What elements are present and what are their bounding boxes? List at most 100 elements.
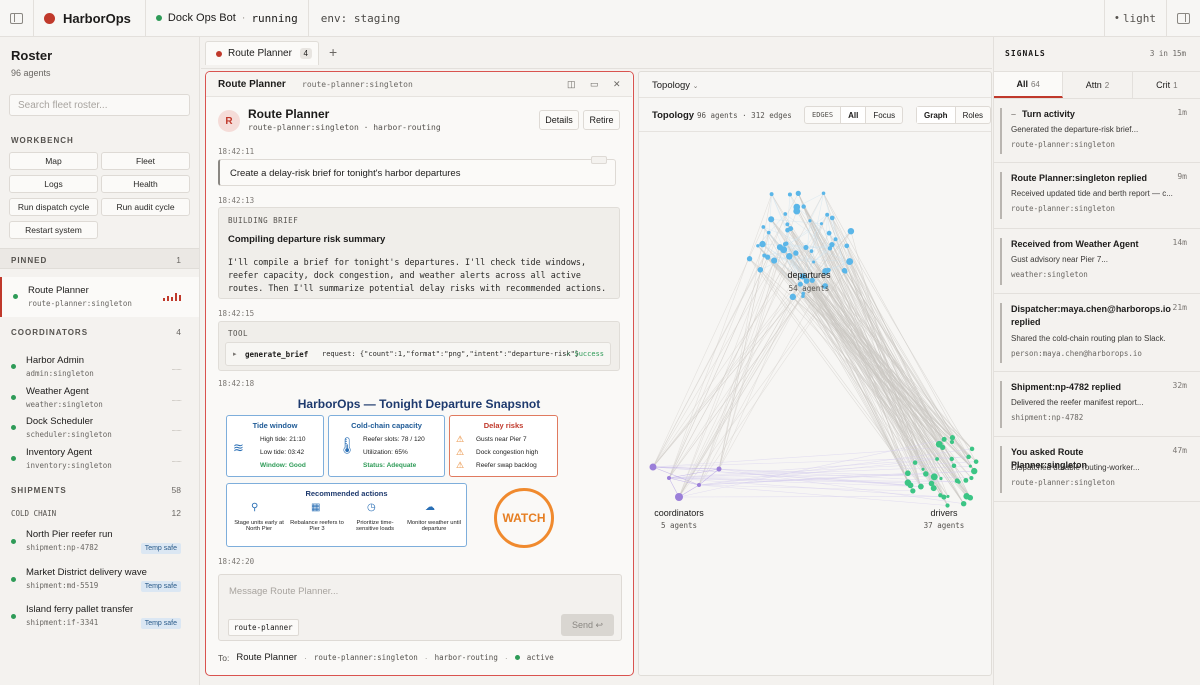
topology-dropdown[interactable]: Topology ⌄ <box>652 80 699 91</box>
drivers-node[interactable] <box>904 470 911 477</box>
shipment-if-3341[interactable]: Island ferry pallet transfer shipment:if… <box>0 599 199 633</box>
drivers-node[interactable] <box>949 435 956 441</box>
departures-node[interactable] <box>765 254 771 260</box>
departures-node[interactable] <box>833 237 838 242</box>
departures-node[interactable] <box>812 260 816 264</box>
drivers-node[interactable] <box>963 477 969 483</box>
drivers-node[interactable] <box>949 456 954 462</box>
signal-item[interactable]: You asked Route Planner:singleton 47m Di… <box>994 438 1200 502</box>
drivers-node[interactable] <box>923 471 929 477</box>
tab-attn[interactable]: Attn 2 <box>1063 72 1133 98</box>
coordinators-node[interactable] <box>697 483 701 487</box>
close-icon[interactable]: ✕ <box>613 79 621 90</box>
departures-node[interactable] <box>768 216 775 223</box>
coordinators-node[interactable] <box>649 463 657 471</box>
drivers-node[interactable] <box>949 439 955 445</box>
coordinators-node[interactable] <box>675 493 683 501</box>
drivers-node[interactable] <box>921 467 925 471</box>
departures-node[interactable] <box>786 253 793 260</box>
health-button[interactable]: Health <box>101 175 190 193</box>
drivers-node[interactable] <box>941 436 947 442</box>
departures-node[interactable] <box>795 190 801 197</box>
departures-node[interactable] <box>776 244 783 251</box>
drivers-node[interactable] <box>966 454 971 460</box>
minimize-icon[interactable]: ▭ <box>590 79 599 90</box>
tab-all[interactable]: All 64 <box>994 72 1064 98</box>
departures-node[interactable] <box>759 240 766 248</box>
coordinators-node[interactable] <box>667 476 671 480</box>
retire-button[interactable]: Retire <box>583 110 620 130</box>
drivers-node[interactable] <box>930 473 938 481</box>
drivers-node[interactable] <box>972 469 977 473</box>
recipient-chip[interactable]: route-planner <box>228 619 299 636</box>
departures-node[interactable] <box>808 219 812 223</box>
departures-node[interactable] <box>782 241 788 247</box>
run-audit-cycle-button[interactable]: Run audit cycle <box>101 198 190 216</box>
departures-node[interactable] <box>803 244 809 250</box>
edges-focus-toggle[interactable]: Focus <box>866 107 902 123</box>
run-dispatch-cycle-button[interactable]: Run dispatch cycle <box>9 198 98 216</box>
send-button[interactable]: Send ↩ <box>561 614 614 636</box>
drivers-node[interactable] <box>917 483 924 490</box>
theme-toggle[interactable]: • light <box>1104 0 1166 37</box>
departures-node[interactable] <box>761 225 766 229</box>
tab-crit[interactable]: Crit 1 <box>1133 72 1200 98</box>
departures-node[interactable] <box>793 250 799 256</box>
departures-node[interactable] <box>829 215 835 221</box>
right-panel-toggle-icon[interactable] <box>1166 0 1200 37</box>
departures-node[interactable] <box>756 244 760 248</box>
graph-view-toggle[interactable]: Graph <box>917 107 956 123</box>
departures-node[interactable] <box>789 293 797 301</box>
agent-harbor-admin[interactable]: Harbor Admin admin:singleton ........ <box>0 351 199 381</box>
departures-node[interactable] <box>801 204 806 209</box>
departures-node[interactable] <box>809 249 814 253</box>
departures-node[interactable] <box>846 258 854 266</box>
split-view-icon[interactable]: ◫ <box>567 79 576 90</box>
departures-node[interactable] <box>785 222 790 227</box>
departures-node[interactable] <box>826 230 832 236</box>
edges-all-toggle[interactable]: All <box>841 107 867 123</box>
map-button[interactable]: Map <box>9 152 98 170</box>
departures-node[interactable] <box>766 230 771 235</box>
drivers-node[interactable] <box>938 493 943 498</box>
drivers-node[interactable] <box>963 493 970 500</box>
departures-node[interactable] <box>821 191 826 196</box>
shipment-md-5519[interactable]: Market District delivery wave shipment:m… <box>0 562 199 596</box>
search-input[interactable]: Search fleet roster... <box>9 94 190 116</box>
drivers-node[interactable] <box>945 503 950 508</box>
details-button[interactable]: Details <box>539 110 579 130</box>
departures-node[interactable] <box>801 294 805 299</box>
signal-item[interactable]: – Turn activity 1m Generated the departur… <box>994 100 1200 163</box>
departures-node[interactable] <box>769 192 774 197</box>
departures-node[interactable] <box>771 257 778 264</box>
agent-inventory[interactable]: Inventory Agent inventory:singleton ....… <box>0 443 199 473</box>
message-composer[interactable]: Message Route Planner... route-planner S… <box>218 574 622 641</box>
drivers-node[interactable] <box>969 475 974 481</box>
drivers-node[interactable] <box>935 440 943 448</box>
topology-graph[interactable] <box>639 133 991 675</box>
departures-node[interactable] <box>746 256 753 262</box>
departures-node[interactable] <box>785 227 790 233</box>
signal-item[interactable]: Dispatcher:maya.chen@harborops.io replie… <box>994 295 1200 372</box>
drivers-node[interactable] <box>960 500 967 507</box>
drivers-node[interactable] <box>939 476 943 481</box>
departures-node[interactable] <box>757 267 764 273</box>
coordinators-node[interactable] <box>716 466 722 472</box>
departures-node[interactable] <box>819 222 824 226</box>
shipment-np-4782[interactable]: North Pier reefer run shipment:np-4782 T… <box>0 524 199 558</box>
new-tab-plus-icon[interactable]: + <box>329 44 337 60</box>
tab-route-planner[interactable]: Route Planner 4 <box>205 41 319 65</box>
drivers-node[interactable] <box>968 464 972 468</box>
departures-node[interactable] <box>847 227 855 235</box>
agent-dock-scheduler[interactable]: Dock Scheduler scheduler:singleton .....… <box>0 412 199 442</box>
roles-view-toggle[interactable]: Roles <box>956 107 990 123</box>
departures-node[interactable] <box>793 203 801 211</box>
pinned-section-header[interactable]: PINNED 1 <box>0 248 199 269</box>
signal-item[interactable]: Received from Weather Agent 14m Gust adv… <box>994 230 1200 294</box>
logs-button[interactable]: Logs <box>9 175 98 193</box>
sidebar-toggle-icon[interactable] <box>0 0 34 37</box>
copy-icon[interactable] <box>591 156 607 164</box>
restart-system-button[interactable]: Restart system <box>9 221 98 239</box>
tool-call-row[interactable]: ▸ generate_brief request: {"count":1,"fo… <box>225 342 611 366</box>
departures-node[interactable] <box>783 212 788 216</box>
